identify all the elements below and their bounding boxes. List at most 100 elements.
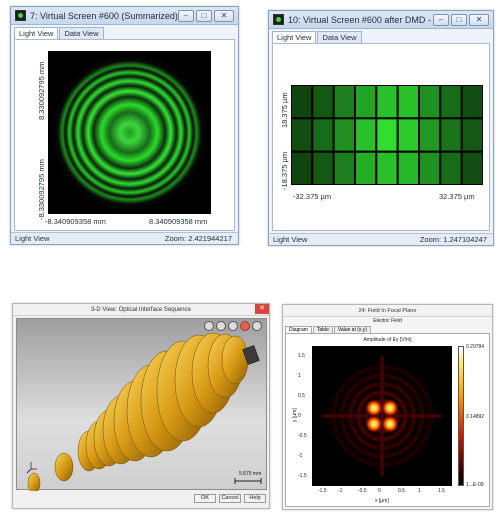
dmd-pixel bbox=[356, 119, 376, 151]
colorbar-min-label: 1...E-09 bbox=[466, 482, 484, 488]
dmd-pixel bbox=[313, 86, 333, 118]
dmd-pixel bbox=[334, 119, 354, 151]
window-title[interactable]: 24: Field In Focal Plane bbox=[283, 305, 492, 317]
x-axis-right-label: 8.340909358 mm bbox=[149, 217, 208, 226]
close-button[interactable]: ✕ bbox=[469, 13, 489, 26]
scale-bar-label: 5.875 mm bbox=[239, 471, 262, 477]
y-axis-top-label: 8.330092795 mm bbox=[37, 61, 46, 120]
window-title-bar[interactable]: 10: Virtual Screen #600 after DMD - Modu… bbox=[269, 11, 493, 29]
dmd-pixel bbox=[292, 152, 312, 184]
dmd-pixel bbox=[334, 152, 354, 184]
x-axis-right-label: 32.375 µm bbox=[439, 192, 475, 201]
dmd-pixel bbox=[420, 152, 440, 184]
dmd-pixel bbox=[377, 86, 397, 118]
light-view-panel: 18.375 µm -18.375 µm -32.375 µm 32.375 µ… bbox=[272, 43, 490, 231]
y-tick-label: -0.5 bbox=[298, 433, 307, 439]
dmd-pixel bbox=[377, 119, 397, 151]
plot-title: Amplitude of Ey [V/m] bbox=[363, 337, 412, 343]
x-tick-label: -1.5 bbox=[318, 488, 327, 494]
status-bar: Light View Zoom: 1.247104247 bbox=[269, 233, 493, 245]
y-tick-label: 1 bbox=[298, 373, 301, 379]
dmd-pixel bbox=[441, 86, 461, 118]
x-axis-left-label: -8.340909358 mm bbox=[45, 217, 106, 226]
y-tick-label: 0.5 bbox=[298, 393, 305, 399]
dmd-pixel bbox=[313, 152, 333, 184]
close-button[interactable]: ✕ bbox=[255, 304, 269, 314]
pan-icon[interactable] bbox=[228, 321, 238, 331]
status-bar: Light View Zoom: 2.421944217 bbox=[11, 232, 238, 244]
x-tick-label: 0.5 bbox=[398, 488, 405, 494]
dmd-pixel bbox=[462, 86, 482, 118]
x-axis-left-label: -32.375 µm bbox=[293, 192, 332, 201]
maximize-button[interactable]: □ bbox=[196, 9, 212, 22]
app-icon bbox=[15, 10, 26, 21]
virtual-screen-after-dmd-window: 10: Virtual Screen #600 after DMD - Modu… bbox=[268, 10, 494, 246]
dmd-pixel bbox=[292, 119, 312, 151]
light-view-panel: 8.330092795 mm -8.330092795 mm -8.340909… bbox=[14, 39, 235, 231]
ok-button[interactable]: OK bbox=[194, 494, 216, 503]
x-axis-label: x [µm] bbox=[375, 498, 389, 504]
app-icon bbox=[273, 14, 284, 25]
focal-spot-heatmap bbox=[312, 346, 452, 486]
dmd-pixel bbox=[356, 86, 376, 118]
zoom-icon[interactable] bbox=[216, 321, 226, 331]
x-tick-label: 1 bbox=[418, 488, 421, 494]
dmd-pixel bbox=[398, 119, 418, 151]
y-tick-label: 1.5 bbox=[298, 353, 305, 359]
x-tick-label: 0 bbox=[378, 488, 381, 494]
view-toolbar bbox=[204, 321, 262, 331]
reset-view-icon[interactable] bbox=[240, 321, 250, 331]
window-title-bar[interactable]: 7: Virtual Screen #600 (Summarized) (Cla… bbox=[11, 7, 238, 25]
cancel-button[interactable]: Cancel bbox=[219, 494, 241, 503]
3d-viewport[interactable]: 5.875 mm bbox=[16, 318, 267, 491]
maximize-button[interactable]: □ bbox=[451, 13, 467, 26]
close-button[interactable]: ✕ bbox=[214, 9, 234, 22]
colorbar-max-label: 0.29784 bbox=[466, 344, 485, 350]
y-axis-bottom-label: -8.330092795 mm bbox=[37, 159, 46, 220]
dmd-pixel bbox=[420, 119, 440, 151]
status-zoom-label: Zoom: 1.247104247 bbox=[419, 235, 487, 244]
dmd-pixel bbox=[356, 152, 376, 184]
lens-sequence-render bbox=[26, 332, 262, 491]
dmd-pixel bbox=[334, 86, 354, 118]
virtual-screen-600-window: 7: Virtual Screen #600 (Summarized) (Cla… bbox=[10, 6, 239, 245]
window-subtitle: Electric Field bbox=[373, 318, 402, 324]
dmd-pixel-grid bbox=[291, 85, 483, 185]
y-axis-bottom-label: -18.375 µm bbox=[280, 151, 289, 190]
dmd-pixel bbox=[377, 152, 397, 184]
dmd-pixel bbox=[441, 152, 461, 184]
minimize-button[interactable]: ‒ bbox=[178, 9, 194, 22]
y-tick-label: 0 bbox=[298, 413, 301, 419]
status-view-label: Light View bbox=[273, 235, 308, 244]
dmd-pixel bbox=[420, 86, 440, 118]
3d-view-window: 3-D View: Optical Interface Sequence ✕ 5… bbox=[12, 303, 270, 509]
dmd-pixel bbox=[292, 86, 312, 118]
colorbar bbox=[458, 346, 464, 486]
dmd-pixel bbox=[398, 152, 418, 184]
dmd-pixel bbox=[462, 119, 482, 151]
settings-icon[interactable] bbox=[252, 321, 262, 331]
field-in-focal-plane-window: 24: Field In Focal Plane Electric Field … bbox=[282, 304, 493, 510]
window-title: 10: Virtual Screen #600 after DMD - Modu… bbox=[288, 14, 433, 25]
dmd-pixel bbox=[462, 152, 482, 184]
rotate-icon[interactable] bbox=[204, 321, 214, 331]
x-tick-label: -0.5 bbox=[358, 488, 367, 494]
status-zoom-label: Zoom: 2.421944217 bbox=[164, 234, 232, 243]
dmd-pixel bbox=[398, 86, 418, 118]
ring-pattern-image bbox=[48, 51, 211, 214]
y-axis-top-label: 18.375 µm bbox=[280, 92, 289, 128]
y-tick-label: -1 bbox=[298, 453, 303, 459]
dmd-pixel bbox=[313, 119, 333, 151]
help-button[interactable]: Help bbox=[244, 494, 266, 503]
x-tick-label: -1 bbox=[338, 488, 343, 494]
x-tick-label: 1.5 bbox=[438, 488, 445, 494]
diagram-panel: Amplitude of Ey [V/m] y [µm] 1.5 1 0.5 0 -0.… bbox=[285, 333, 490, 507]
colorbar-mid-label: 0.14892 bbox=[466, 414, 485, 420]
y-tick-label: -1.5 bbox=[298, 473, 307, 479]
window-title-bar[interactable]: 3-D View: Optical Interface Sequence ✕ bbox=[13, 304, 269, 316]
minimize-button[interactable]: ‒ bbox=[433, 13, 449, 26]
window-title: 3-D View: Optical Interface Sequence bbox=[91, 307, 191, 313]
status-view-label: Light View bbox=[15, 234, 50, 243]
dmd-pixel bbox=[441, 119, 461, 151]
window-title: 7: Virtual Screen #600 (Summarized) (Cla… bbox=[30, 10, 178, 21]
